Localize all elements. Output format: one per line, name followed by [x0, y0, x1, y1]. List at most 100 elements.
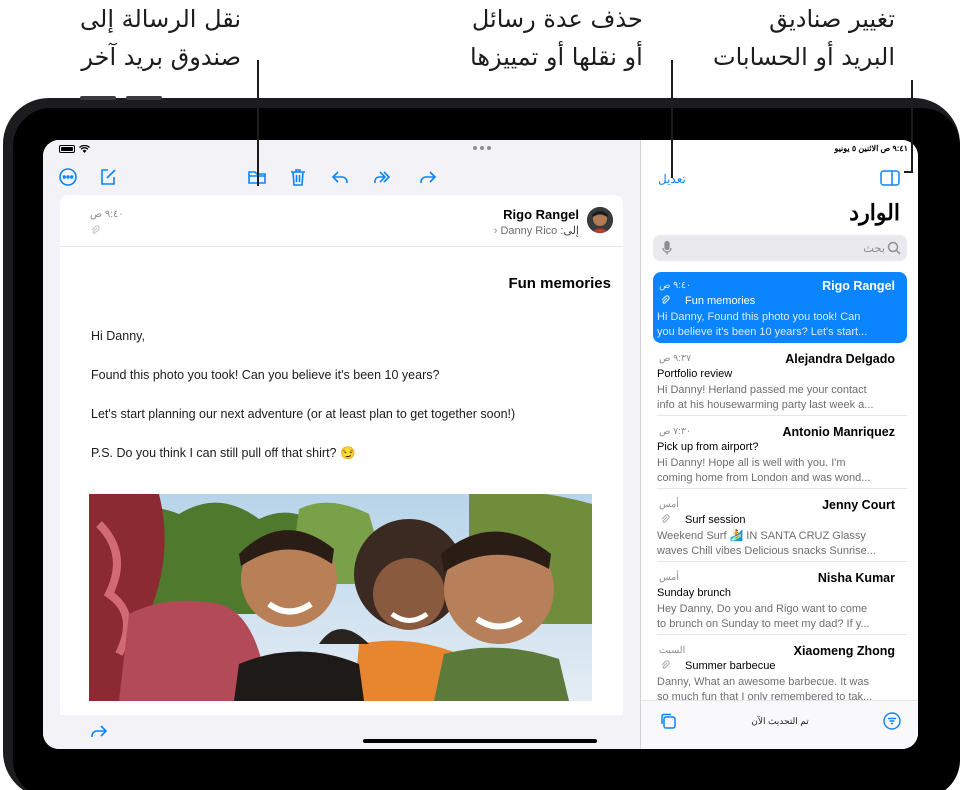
message-card: Rigo Rangel إلى: Danny Rico ‹ ٩:٤٠ ص Fun… — [60, 195, 623, 715]
list-footer: تم التحديث الآن — [641, 700, 918, 749]
body-paragraph: Found this photo you took! Can you belie… — [91, 368, 440, 382]
mail-preview: Hi Danny! Herland passed me your contact… — [657, 383, 893, 413]
message-subject: Fun memories — [508, 275, 611, 292]
callout-line: البريد أو الحسابات — [713, 43, 896, 71]
body-paragraph: Let's start planning our next adventure … — [91, 407, 516, 421]
compose-icon[interactable] — [97, 166, 119, 188]
callout-move-message: نقل الرسالة إلى صندوق بريد آخر — [80, 0, 241, 76]
mail-sender: Rigo Rangel — [822, 279, 895, 293]
mail-preview-line: waves Chill vibes Delicious snacks Sunri… — [657, 545, 876, 557]
mail-preview-line: you believe it's been 10 years? Let's st… — [657, 326, 868, 338]
recipient-line[interactable]: إلى: Danny Rico ‹ — [494, 224, 579, 237]
divider — [657, 561, 907, 562]
mail-list-item[interactable]: Jenny Court أمس Surf session Weekend Surf 🏄… — [653, 491, 907, 562]
mail-sender: Nisha Kumar — [817, 571, 895, 585]
mail-preview: Hi Danny! Hope all is well with you. I'm… — [657, 456, 893, 486]
search-placeholder: بحث — [863, 243, 885, 255]
divider — [657, 634, 907, 635]
mail-preview-line: Weekend Surf 🏄 IN SANTA CRUZ Glassy — [657, 530, 866, 542]
microphone-icon[interactable] — [661, 240, 673, 256]
mail-subject: Sunday brunch — [657, 587, 731, 599]
mail-time: أمس — [659, 499, 679, 510]
attachment-icon — [90, 225, 100, 238]
body-paragraph: P.S. Do you think I can still pull off t… — [91, 446, 356, 460]
callout-line: أو نقلها أو تمييزها — [470, 43, 643, 71]
mail-preview-line: coming home from London and was wond... — [657, 472, 871, 484]
mail-list-item[interactable]: Rigo Rangel ٩:٤٠ ص Fun memories Hi Danny, F… — [653, 272, 907, 343]
attached-photo[interactable] — [89, 494, 592, 701]
mail-preview: Hi Danny, Found this photo you took! Can… — [657, 310, 893, 340]
share-arrow-icon[interactable] — [89, 721, 109, 741]
more-options-icon[interactable] — [57, 166, 79, 188]
mail-time: ٧:٣٠ ص — [659, 426, 692, 437]
callout-leader-line — [257, 60, 259, 186]
mail-sender: Jenny Court — [822, 498, 895, 512]
mail-preview-line: info at his housewarming party last week… — [657, 399, 874, 411]
mail-time: أمس — [659, 572, 679, 583]
callout-line: تغيير صناديق — [769, 5, 896, 33]
reply-icon[interactable] — [329, 166, 351, 188]
search-icon — [887, 241, 901, 255]
status-icons — [59, 145, 90, 153]
battery-icon — [59, 145, 75, 153]
body-paragraph: Hi Danny, — [91, 329, 145, 343]
mail-subject: Pick up from airport? — [657, 441, 759, 453]
message-detail-pane: Rigo Rangel إلى: Danny Rico ‹ ٩:٤٠ ص Fun… — [43, 140, 640, 749]
mail-time: السبت — [659, 645, 686, 656]
callout-leader-line — [911, 80, 913, 172]
volume-button — [126, 96, 162, 100]
sender-name[interactable]: Rigo Rangel — [503, 207, 579, 222]
screen: Rigo Rangel إلى: Danny Rico ‹ ٩:٤٠ ص Fun… — [43, 140, 918, 749]
message-header: Rigo Rangel إلى: Danny Rico ‹ ٩:٤٠ ص — [60, 195, 623, 247]
mail-sender: Antonio Manriquez — [782, 425, 896, 439]
recipient-name: Danny Rico — [500, 225, 558, 237]
status-time-date: ٩:٤١ ص الاثنين ٥ يونيو — [834, 144, 909, 153]
divider — [657, 488, 907, 489]
callout-leader-line — [671, 60, 673, 178]
to-prefix: إلى: — [560, 225, 579, 237]
reply-all-icon[interactable] — [371, 166, 393, 188]
mail-preview: Hey Danny, Do you and Rigo want to come t… — [657, 602, 893, 632]
trash-icon[interactable] — [287, 166, 309, 188]
search-field[interactable]: بحث — [653, 235, 907, 261]
forward-icon[interactable] — [417, 166, 439, 188]
attachment-icon — [660, 295, 670, 308]
mail-subject: Portfolio review — [657, 368, 733, 380]
mail-subject: Summer barbecue — [685, 660, 776, 672]
mailbox-list-pane: ٩:٤١ ص الاثنين ٥ يونيو تعديل الوارد بحث … — [640, 140, 918, 749]
divider — [657, 415, 907, 416]
mail-preview-line: Hi Danny, Found this photo you took! Can — [657, 311, 861, 323]
wifi-icon — [79, 145, 90, 153]
sidebar-toggle-icon[interactable] — [880, 170, 900, 186]
mail-time: ٩:٤٠ ص — [659, 280, 692, 291]
sender-avatar[interactable] — [587, 207, 613, 233]
volume-button — [80, 96, 116, 100]
mail-list-item[interactable]: Antonio Manriquez ٧:٣٠ ص Pick up from airp… — [653, 418, 907, 489]
multitask-handle[interactable] — [473, 146, 491, 150]
filter-icon[interactable] — [883, 712, 901, 730]
message-time: ٩:٤٠ ص — [90, 209, 124, 220]
mail-time: ٩:٣٧ ص — [659, 353, 692, 364]
mail-subject: Fun memories — [685, 295, 756, 307]
mail-preview-line: Danny, What an awesome barbecue. It was — [657, 676, 869, 688]
inbox-title: الوارد — [849, 200, 900, 225]
callout-line: حذف عدة رسائل — [471, 5, 643, 33]
mail-list-item[interactable]: Xiaomeng Zhong السبت Summer barbecue Danny,… — [653, 637, 907, 708]
mail-preview-line: Hi Danny! Hope all is well with you. I'm — [657, 457, 846, 469]
mail-preview-line: Hi Danny! Herland passed me your contact — [657, 384, 867, 396]
callout-line: صندوق بريد آخر — [81, 43, 242, 71]
mail-list-item[interactable]: Alejandra Delgado ٩:٣٧ ص Portfolio review H… — [653, 345, 907, 416]
updated-status: تم التحديث الآن — [751, 716, 809, 726]
detail-footer — [43, 715, 640, 749]
mail-preview: Weekend Surf 🏄 IN SANTA CRUZ Glassy waves… — [657, 529, 893, 559]
mail-list-item[interactable]: Nisha Kumar أمس Sunday brunch Hey Danny, Do… — [653, 564, 907, 635]
mail-preview-line: Hey Danny, Do you and Rigo want to come — [657, 603, 868, 615]
mail-sender: Xiaomeng Zhong — [793, 644, 895, 658]
callout-delete-multiple: حذف عدة رسائل أو نقلها أو تمييزها — [470, 0, 643, 76]
attachment-icon — [660, 514, 670, 527]
callout-leader-line — [904, 171, 913, 173]
mail-preview-line: to brunch on Sunday to meet my dad? If y… — [657, 618, 870, 630]
callout-line: نقل الرسالة إلى — [80, 5, 242, 33]
home-indicator[interactable] — [363, 739, 597, 743]
mail-sender: Alejandra Delgado — [785, 352, 895, 366]
